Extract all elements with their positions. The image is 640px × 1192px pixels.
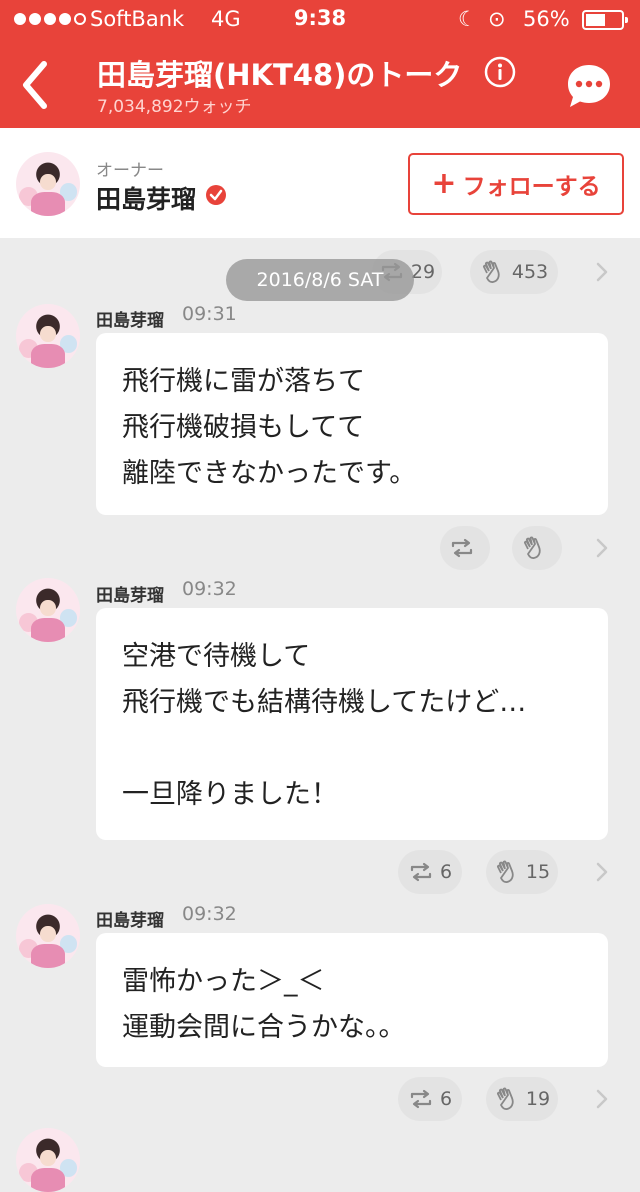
message-time: 09:31 xyxy=(182,303,237,325)
more-chevron[interactable] xyxy=(592,536,612,560)
battery-level xyxy=(586,14,605,26)
clap-icon xyxy=(482,260,500,283)
message-bubble: 雷怖かった＞_＜ 運動会間に合うかな。。 xyxy=(96,933,608,1067)
clap-button[interactable]: 19 xyxy=(486,1077,558,1121)
message-line: 離陸できなかったです。 xyxy=(122,458,417,489)
back-button[interactable] xyxy=(18,58,64,112)
owner-avatar[interactable] xyxy=(16,152,80,216)
message-time: 09:32 xyxy=(182,903,237,925)
more-chevron[interactable] xyxy=(592,260,612,284)
battery-icon xyxy=(582,10,628,30)
message-line: 一旦降りました！ xyxy=(122,779,338,810)
clap-count: 15 xyxy=(525,861,551,883)
do-not-disturb-icon: ☾ xyxy=(458,7,477,31)
chevron-right-icon xyxy=(596,262,608,282)
repost-count: 6 xyxy=(439,861,453,883)
message-line: 雷怖かった＞_＜ xyxy=(122,966,325,997)
date-divider: 2016/8/6 SAT xyxy=(226,259,414,301)
more-chevron[interactable] xyxy=(592,860,612,884)
verified-icon xyxy=(206,185,226,205)
battery-percent: 56% xyxy=(523,7,570,31)
clap-button[interactable] xyxy=(512,526,562,570)
repost-button[interactable]: 6 xyxy=(398,850,462,894)
page-title: 田島芽瑠(HKT48)のトーク xyxy=(97,58,463,92)
message-sender[interactable]: 田島芽瑠 xyxy=(96,306,164,331)
message-avatar[interactable] xyxy=(16,304,80,368)
message-avatar[interactable] xyxy=(16,1128,80,1192)
app-header: SoftBank 4G 9:38 ☾ ⊙ 56% 田島芽瑠(HKT48)のトーク… xyxy=(0,0,640,128)
clap-button[interactable]: 453 xyxy=(470,250,558,294)
plus-icon: + xyxy=(431,166,457,201)
message-line: 運動会間に合うかな。。 xyxy=(122,1012,406,1043)
message-line: 飛行機に雷が落ちて xyxy=(122,366,365,397)
repost-button[interactable]: 6 xyxy=(398,1077,462,1121)
message-bubble: 飛行機に雷が落ちて 飛行機破損もしてて 離陸できなかったです。 xyxy=(96,333,608,515)
status-bar: SoftBank 4G 9:38 ☾ ⊙ 56% xyxy=(0,0,640,40)
repost-button[interactable] xyxy=(440,526,490,570)
clap-count: 19 xyxy=(525,1088,551,1110)
message-sender[interactable]: 田島芽瑠 xyxy=(96,906,164,931)
orientation-lock-icon: ⊙ xyxy=(488,7,506,31)
message-sender[interactable]: 田島芽瑠 xyxy=(96,581,164,606)
message-line xyxy=(122,726,582,772)
clap-button[interactable]: 15 xyxy=(486,850,558,894)
chevron-right-icon xyxy=(596,1089,608,1109)
chat-menu-icon xyxy=(568,65,610,107)
chevron-right-icon xyxy=(596,862,608,882)
owner-bar: オーナー 田島芽瑠 + フォローする xyxy=(0,128,640,238)
message-avatar[interactable] xyxy=(16,904,80,968)
message-line: 空港で待機して xyxy=(122,641,311,672)
reaction-bar: 6 15 xyxy=(0,850,640,894)
clap-icon xyxy=(496,1087,514,1110)
repost-icon xyxy=(410,1089,432,1109)
follow-button[interactable]: + フォローする xyxy=(408,153,624,215)
repost-icon xyxy=(410,862,432,882)
clap-count: 453 xyxy=(511,261,549,283)
reaction-bar xyxy=(0,526,640,570)
follow-label: フォローする xyxy=(462,174,601,200)
message-bubble: 空港で待機して 飛行機でも結構待機してたけど… 一旦降りました！ xyxy=(96,608,608,840)
chat-menu-button[interactable] xyxy=(564,62,614,110)
info-button[interactable] xyxy=(484,56,516,88)
watch-count: 7,034,892ウォッチ xyxy=(97,97,252,117)
more-chevron[interactable] xyxy=(592,1087,612,1111)
clap-icon xyxy=(524,536,541,559)
owner-name[interactable]: 田島芽瑠 xyxy=(96,180,196,216)
back-icon xyxy=(23,61,47,109)
chevron-right-icon xyxy=(596,538,608,558)
info-icon xyxy=(484,56,516,88)
message-line: 飛行機破損もしてて xyxy=(122,412,365,443)
repost-count: 6 xyxy=(439,1088,453,1110)
reaction-bar: 6 19 xyxy=(0,1077,640,1121)
message-line: 飛行機でも結構待機してたけど… xyxy=(122,687,527,718)
repost-count: 29 xyxy=(410,261,436,283)
message-time: 09:32 xyxy=(182,578,237,600)
clap-icon xyxy=(496,860,514,883)
message-avatar[interactable] xyxy=(16,578,80,642)
owner-label: オーナー xyxy=(96,161,164,181)
repost-icon xyxy=(451,538,473,558)
